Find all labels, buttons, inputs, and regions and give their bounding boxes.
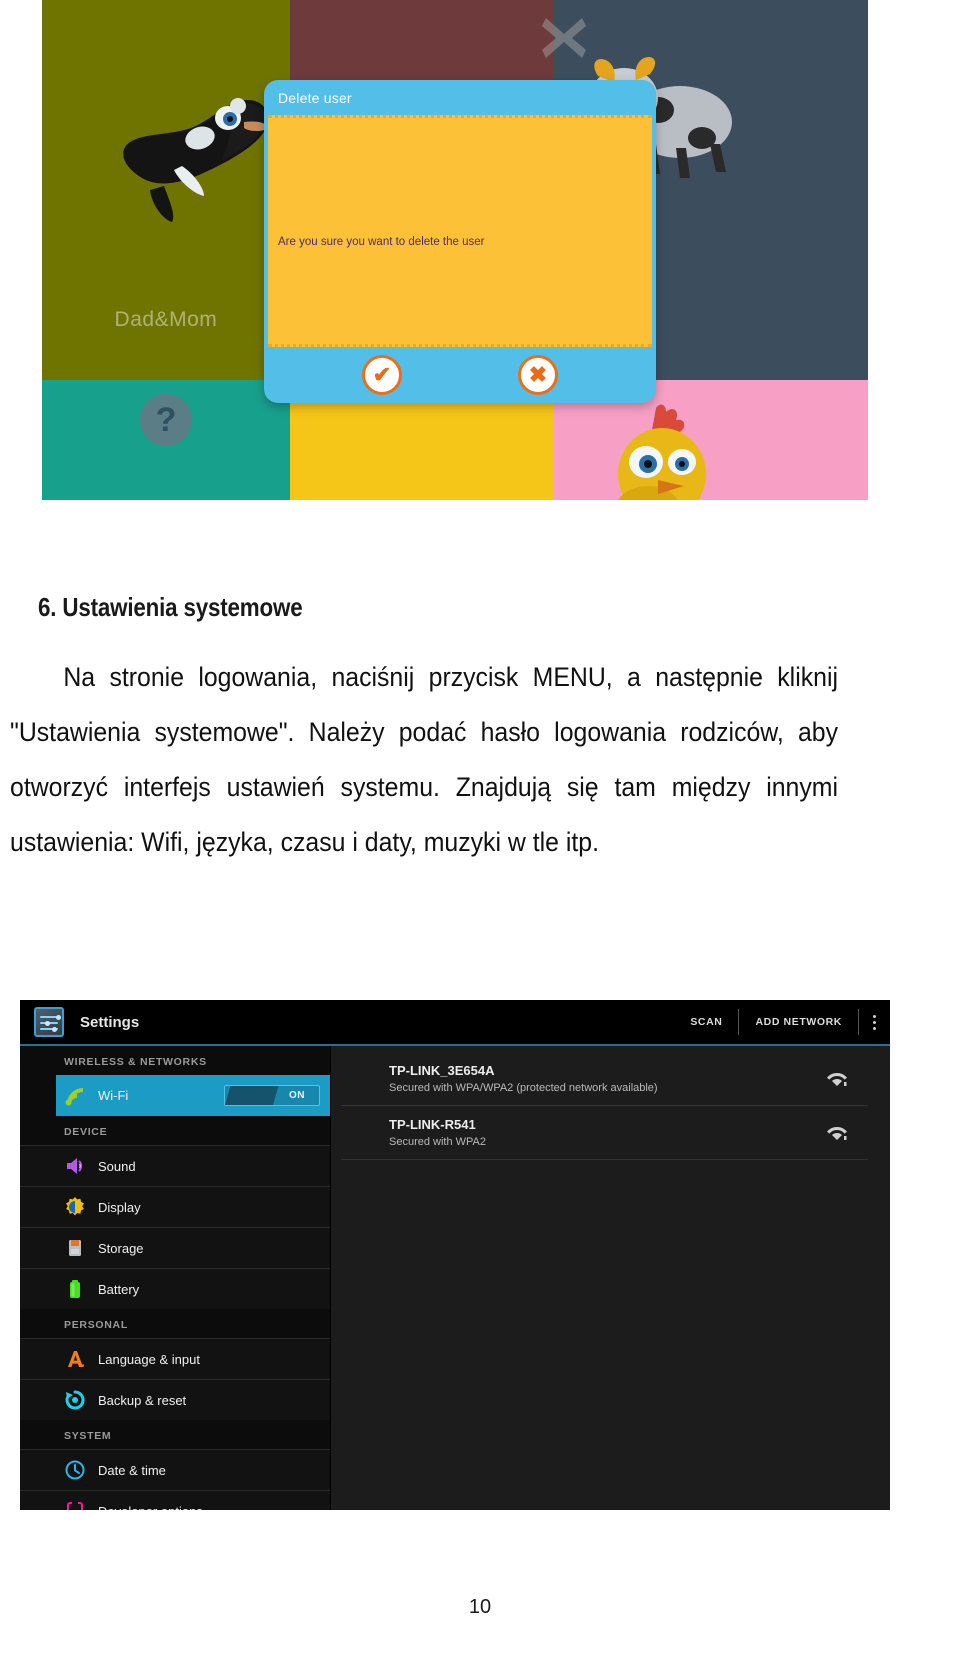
speaker-icon xyxy=(67,1158,83,1174)
sidebar-item-label-storage: Storage xyxy=(98,1240,144,1256)
sidebar-item-label-backup: Backup & reset xyxy=(98,1392,187,1408)
sidebar-item-label-language: Language & input xyxy=(98,1351,200,1367)
page-number: 10 xyxy=(468,1596,492,1618)
language-a-icon xyxy=(68,1351,84,1367)
settings-sidebar: WIRELESS & NETWORKS Wi-Fi ON DEVICE Soun… xyxy=(20,1046,331,1510)
sidebar-group-wireless: WIRELESS & NETWORKS xyxy=(64,1056,207,1068)
scan-button[interactable]: SCAN xyxy=(674,1009,738,1035)
sidebar-item-label-wifi: Wi-Fi xyxy=(98,1088,129,1103)
page-title: 6. Ustawienia systemowe xyxy=(38,592,303,622)
wifi-signal-icon xyxy=(827,1072,847,1086)
sidebar-item-developer-options[interactable]: Developer options xyxy=(20,1490,330,1510)
sidebar-item-storage[interactable]: Storage xyxy=(20,1227,330,1268)
network-ssid: TP-LINK_3E654A xyxy=(389,1063,495,1078)
network-security: Secured with WPA/WPA2 (protected network… xyxy=(389,1082,658,1094)
dialog-message: Are you sure you want to delete the user xyxy=(278,236,485,248)
add-network-button[interactable]: ADD NETWORK xyxy=(739,1009,858,1035)
body-paragraph: Na stronie logowania, naciśnij przycisk … xyxy=(10,650,838,870)
question-mark-icon: ? xyxy=(140,394,192,446)
wifi-icon xyxy=(65,1087,83,1105)
sidebar-item-label-datetime: Date & time xyxy=(98,1462,166,1478)
settings-main: WIRELESS & NETWORKS Wi-Fi ON DEVICE Soun… xyxy=(20,1046,890,1510)
sidebar-item-battery[interactable]: Battery xyxy=(20,1268,330,1309)
sidebar-item-label-battery: Battery xyxy=(98,1281,140,1297)
network-ssid: TP-LINK-R541 xyxy=(389,1117,476,1132)
user-tile-dadmom[interactable]: Dad&Mom xyxy=(42,0,290,380)
orca-icon xyxy=(123,98,270,222)
wifi-toggle[interactable]: ON xyxy=(224,1085,320,1106)
network-row[interactable]: TP-LINK_3E654A Secured with WPA/WPA2 (pr… xyxy=(341,1052,868,1106)
braces-icon xyxy=(65,1502,85,1510)
sidebar-item-label-display: Display xyxy=(98,1199,141,1215)
sidebar-group-device: DEVICE xyxy=(64,1126,108,1138)
paragraph-text: Na stronie logowania, naciśnij przycisk … xyxy=(10,662,839,857)
sidebar-item-language-input[interactable]: Language & input xyxy=(20,1338,330,1379)
sidebar-item-sound[interactable]: Sound xyxy=(20,1145,330,1186)
toggle-knob xyxy=(225,1086,279,1105)
action-bar-buttons: SCAN ADD NETWORK xyxy=(674,1000,890,1044)
sidebar-group-personal: PERSONAL xyxy=(64,1319,128,1331)
backup-reset-icon xyxy=(65,1390,85,1410)
sidebar-item-wifi[interactable]: Wi-Fi ON xyxy=(56,1075,330,1116)
settings-action-bar: Settings SCAN ADD NETWORK xyxy=(20,1000,890,1046)
cancel-button[interactable]: ✖ xyxy=(518,355,558,395)
network-text: TP-LINK-R541 Secured with WPA2 xyxy=(389,1117,824,1148)
clock-icon xyxy=(65,1460,85,1480)
kids-login-screenshot: Dad&Mom ? Delete user Are you sure you w… xyxy=(42,0,868,500)
storage-card-icon xyxy=(69,1240,81,1256)
close-x-icon[interactable] xyxy=(536,10,592,66)
android-settings-screenshot: Settings SCAN ADD NETWORK WIRELESS & NET… xyxy=(20,1000,890,1510)
dialog-title: Delete user xyxy=(278,90,352,106)
dialog-actions: ✔ ✖ xyxy=(264,347,656,403)
network-security: Secured with WPA2 xyxy=(389,1136,487,1148)
sidebar-item-display[interactable]: Display xyxy=(20,1186,330,1227)
confirm-button[interactable]: ✔ xyxy=(362,355,402,395)
chick-icon xyxy=(617,404,707,500)
delete-user-dialog: Delete user Are you sure you want to del… xyxy=(264,80,656,403)
settings-sliders-icon xyxy=(34,1007,64,1037)
network-text: TP-LINK_3E654A Secured with WPA/WPA2 (pr… xyxy=(389,1063,824,1094)
overflow-menu-icon[interactable] xyxy=(859,1014,890,1030)
dialog-body: Are you sure you want to delete the user xyxy=(268,115,652,347)
sidebar-group-system: SYSTEM xyxy=(64,1430,112,1442)
sidebar-item-backup-reset[interactable]: Backup & reset xyxy=(20,1379,330,1420)
sidebar-item-label-developer: Developer options xyxy=(98,1504,203,1511)
battery-icon xyxy=(70,1280,80,1298)
user-tile-4[interactable]: ? xyxy=(42,380,290,500)
sidebar-item-label-sound: Sound xyxy=(98,1158,136,1174)
wifi-network-list: TP-LINK_3E654A Secured with WPA/WPA2 (pr… xyxy=(331,1046,890,1510)
wifi-signal-icon xyxy=(827,1126,847,1140)
sidebar-item-date-time[interactable]: Date & time xyxy=(20,1449,330,1490)
settings-app-title: Settings xyxy=(80,1013,140,1031)
wifi-toggle-state: ON xyxy=(289,1090,305,1101)
brightness-gear-icon xyxy=(66,1197,84,1216)
network-row[interactable]: TP-LINK-R541 Secured with WPA2 xyxy=(341,1106,868,1160)
user-tile-label: Dad&Mom xyxy=(114,308,218,331)
